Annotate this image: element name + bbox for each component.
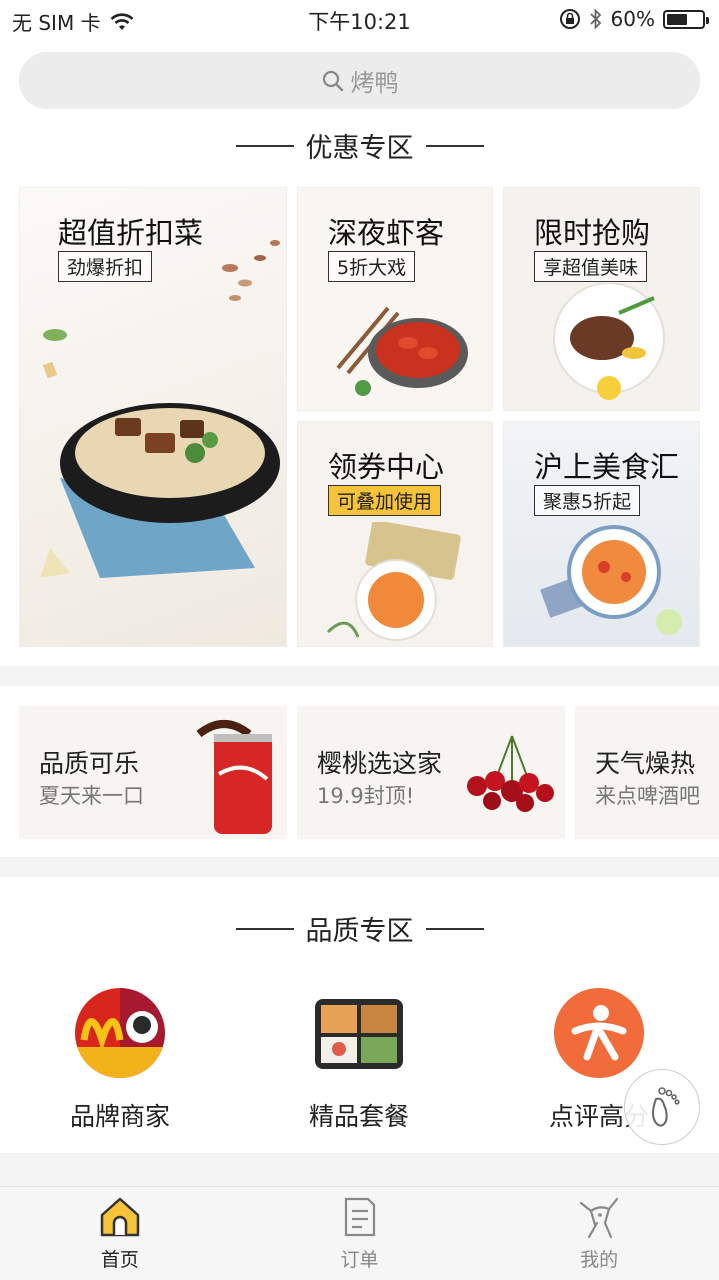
scroll-card-subtitle: 19.9封顶! (317, 784, 415, 808)
promo-card-late-night-shrimp[interactable]: 深夜虾客 5折大戏 (297, 187, 493, 411)
promo-card-tag: 可叠加使用 (328, 485, 442, 516)
promo-card-tag: 享超值美味 (534, 251, 648, 282)
promo-card-title: 深夜虾客 (328, 216, 445, 250)
scroll-card-title: 品质可乐 (39, 749, 140, 778)
coupon-shrimp-image (326, 522, 461, 641)
quality-section-header: 品质专区 (0, 909, 719, 948)
tab-bar: 首页 订单 我的 (0, 1186, 719, 1280)
footprint-float-button[interactable] (624, 1069, 700, 1145)
promo-card-tag: 聚惠5折起 (534, 485, 641, 516)
bento-box-icon (315, 999, 403, 1069)
promo-section-header: 优惠专区 (0, 126, 719, 165)
tab-orders[interactable]: 订单 (240, 1187, 480, 1280)
scroll-card-title: 天气燥热 (595, 749, 696, 778)
tab-label: 首页 (100, 1249, 139, 1271)
quality-item-label: 品牌商家 (69, 1102, 170, 1131)
promo-card-title: 领券中心 (328, 450, 445, 484)
status-bar: 无 SIM 卡 下午10:21 60% (0, 0, 719, 40)
promo-card-title: 超值折扣菜 (58, 216, 204, 250)
tab-label: 订单 (340, 1249, 379, 1271)
search-icon (322, 70, 343, 91)
brand-logo-icon (75, 988, 165, 1078)
promo-card-flash-sale[interactable]: 限时抢购 享超值美味 (503, 187, 700, 411)
rotation-lock-icon (559, 9, 580, 29)
scroll-card-cherry[interactable]: 樱桃选这家 19.9封顶! (297, 706, 565, 839)
promo-card-coupon-center[interactable]: 领券中心 可叠加使用 (297, 421, 493, 647)
dianping-logo-icon (554, 988, 644, 1078)
promo-card-title: 限时抢购 (534, 216, 651, 250)
order-icon (344, 1197, 375, 1237)
spices-image (222, 240, 280, 301)
crayfish-image (336, 306, 468, 396)
promo-card-title: 沪上美食汇 (534, 450, 680, 484)
section-divider (0, 666, 719, 686)
cola-can-image (196, 720, 272, 834)
tab-home[interactable]: 首页 (0, 1187, 240, 1280)
profile-icon (580, 1197, 619, 1239)
quality-item-label: 精品套餐 (308, 1102, 409, 1131)
home-icon (100, 1197, 140, 1237)
steak-plate-image (553, 283, 665, 400)
search-bar[interactable]: 烤鸭 (19, 52, 700, 109)
footprint-icon (652, 1087, 680, 1127)
scroll-card-title: 樱桃选这家 (317, 749, 443, 778)
quality-item-brand-merchants[interactable]: 品牌商家 (20, 985, 220, 1133)
leaf-image (42, 329, 67, 379)
scroll-card-beer[interactable]: 天气燥热 来点啤酒吧 (575, 706, 719, 839)
battery-icon (663, 9, 709, 29)
tab-profile[interactable]: 我的 (479, 1187, 719, 1280)
search-placeholder: 烤鸭 (350, 69, 399, 97)
battery-percent: 60% (610, 7, 655, 31)
section-divider (0, 857, 719, 877)
bluetooth-icon (589, 8, 601, 30)
cherry-image (467, 735, 554, 812)
scroll-card-cola[interactable]: 品质可乐 夏天来一口 (19, 706, 287, 839)
promo-card-discount[interactable]: 超值折扣菜 劲爆折扣 (19, 187, 287, 647)
section-divider (0, 1153, 719, 1186)
section-title: 品质专区 (305, 916, 414, 947)
promo-card-shanghai-food[interactable]: 沪上美食汇 聚惠5折起 (503, 421, 700, 647)
food-plate-image (540, 525, 682, 635)
section-title: 优惠专区 (305, 133, 414, 164)
scroll-card-subtitle: 夏天来一口 (39, 784, 144, 808)
promo-card-tag: 劲爆折扣 (58, 251, 153, 282)
scroll-card-subtitle: 来点啤酒吧 (595, 784, 700, 808)
noodle-bowl-image (40, 403, 280, 578)
promo-card-tag: 5折大戏 (328, 251, 416, 282)
tab-label: 我的 (580, 1249, 619, 1271)
quality-item-premium-combo[interactable]: 精品套餐 (259, 985, 459, 1133)
